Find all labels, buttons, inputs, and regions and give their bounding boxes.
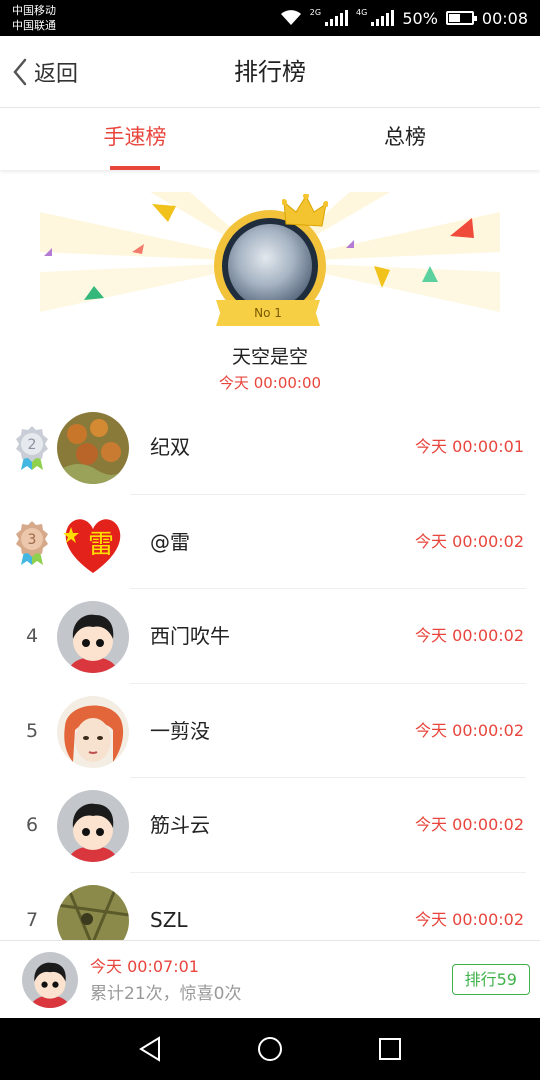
confetti-red: [450, 218, 474, 238]
confetti-purple: [44, 248, 52, 256]
champion-avatar[interactable]: [228, 224, 312, 308]
user-name: 筋斗云: [150, 813, 210, 837]
clock: 00:08: [481, 8, 528, 28]
rank-number: 4: [25, 625, 39, 647]
rank-number: 7: [25, 908, 39, 931]
battery-percent: 50%: [402, 8, 438, 28]
user-name: SZL: [150, 907, 188, 932]
my-ranking-bar: 今天 00:07:01 累计21次，惊喜0次 排行59: [0, 940, 540, 1018]
signal-icon-2: [371, 10, 395, 26]
user-time: 今天 00:00:02: [415, 909, 524, 929]
list-item[interactable]: 2 纪双 今天 00:00:01: [0, 400, 540, 495]
avatar[interactable]: [57, 790, 129, 862]
avatar[interactable]: [57, 601, 129, 673]
my-time: 今天 00:07:01: [90, 957, 199, 976]
tab-bar: 手速榜 总榜: [0, 108, 540, 170]
user-time: 今天 00:00:02: [415, 720, 524, 740]
champion-section: No 1 天空是空 今天 00:00:00: [0, 172, 540, 400]
chevron-left-icon: [13, 58, 27, 86]
network-type-2: 4G: [356, 8, 368, 17]
my-avatar[interactable]: [22, 952, 78, 1008]
home-circle-icon[interactable]: [255, 1034, 285, 1064]
no1-ribbon: No 1: [216, 300, 320, 326]
navigation-bar: [0, 1018, 540, 1080]
status-bar: 中国移动 中国联通 2G 4G 50% 00:08: [0, 0, 540, 36]
rank-number: 6: [25, 814, 39, 836]
carrier-labels: 中国移动 中国联通: [12, 3, 56, 33]
list-item[interactable]: 5 一剪没 今天 00:00:02: [0, 684, 540, 779]
bronze-medal-icon: 3: [16, 520, 48, 565]
tab-speed-ranking[interactable]: 手速榜: [0, 108, 270, 170]
battery-fill: [448, 14, 460, 22]
avatar[interactable]: [57, 695, 129, 768]
recents-square-icon[interactable]: [375, 1034, 405, 1064]
avatar[interactable]: [57, 884, 129, 940]
avatar-flag-text: 雷: [88, 530, 114, 560]
avatar[interactable]: [57, 412, 129, 484]
back-triangle-icon[interactable]: [135, 1034, 165, 1064]
crown-icon: [282, 194, 328, 227]
user-name: @雷: [150, 529, 190, 554]
rank-3-number: 3: [28, 532, 37, 548]
back-button[interactable]: 返回: [10, 36, 78, 108]
champion-name: 天空是空: [231, 346, 308, 368]
avatar[interactable]: 雷: [57, 506, 129, 579]
user-name: 一剪没: [150, 718, 210, 743]
user-time: 今天 00:00:02: [415, 531, 524, 551]
battery-icon: [445, 11, 477, 25]
carrier-1: 中国移动: [12, 4, 56, 17]
user-time: 今天 00:00:02: [415, 626, 524, 645]
confetti-green-2: [422, 266, 438, 282]
list-item[interactable]: 6 筋斗云 今天 00:00:02: [0, 778, 540, 873]
confetti-yellow: [152, 204, 176, 222]
user-time: 今天 00:00:01: [415, 437, 524, 456]
rank-number: 5: [25, 719, 39, 742]
carrier-2: 中国联通: [12, 19, 56, 32]
tab-overall-ranking[interactable]: 总榜: [270, 108, 540, 170]
confetti-purple-2: [346, 240, 354, 248]
list-item[interactable]: 7 SZL 今天 00:00:02: [0, 873, 540, 940]
signal-icon-1: [325, 10, 349, 26]
back-label: 返回: [34, 62, 79, 87]
confetti-yellow-2: [374, 266, 390, 288]
list-item[interactable]: 4 西门吹牛 今天 00:00:02: [0, 589, 540, 684]
rank-2-number: 2: [28, 437, 37, 453]
user-name: 纪双: [150, 435, 190, 459]
network-type-1: 2G: [309, 8, 322, 17]
confetti-green: [84, 286, 104, 300]
confetti-red-small: [132, 244, 144, 254]
champion-time: 今天 00:00:00: [218, 374, 322, 392]
title-bar: 排行榜 返回: [0, 36, 540, 108]
page-title: 排行榜: [234, 58, 306, 86]
user-name: 西门吹牛: [150, 624, 230, 648]
my-stats: 累计21次，惊喜0次: [90, 984, 242, 1004]
wifi-icon: [280, 10, 301, 25]
user-time: 今天 00:00:02: [415, 815, 524, 834]
my-rank-button[interactable]: 排行59: [451, 964, 530, 995]
list-item[interactable]: 3 雷 @雷 今天 00:00:02: [0, 495, 540, 590]
silver-medal-icon: 2: [16, 426, 48, 470]
ranking-list[interactable]: 2 纪双 今天 00:00:01 3 雷 @雷 今天 00:00:02 4 西门…: [0, 400, 540, 940]
status-icons: 2G 4G 50% 00:08: [280, 0, 528, 36]
